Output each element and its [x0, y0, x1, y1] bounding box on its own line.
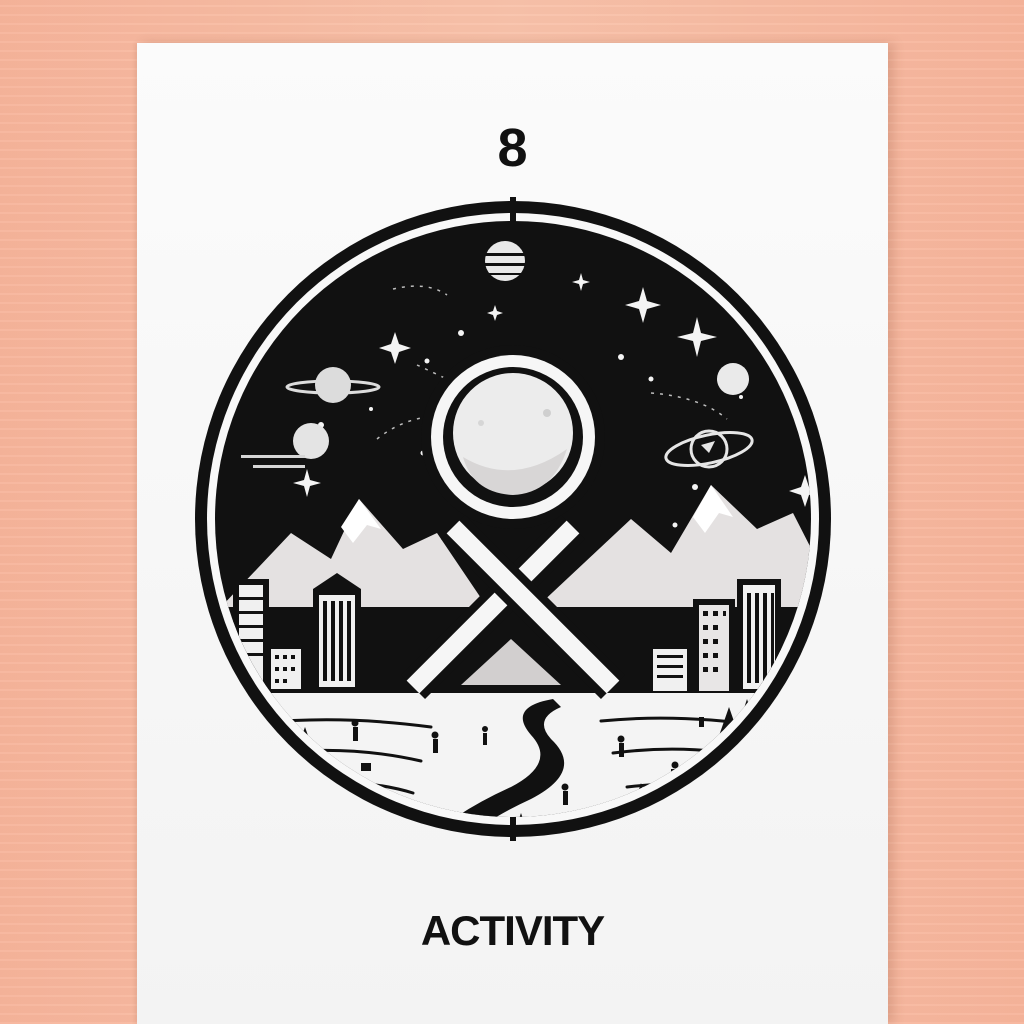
top-tick [510, 197, 516, 223]
small-planet-right [717, 363, 749, 395]
card-label: ACTIVITY [420, 907, 605, 954]
card-number: 8 [497, 118, 528, 178]
activity-card: 8 ACTIVITY [137, 43, 888, 1024]
bottom-tick [510, 815, 516, 841]
striped-planet [485, 241, 525, 281]
landscape-emblem-icon [195, 197, 831, 841]
